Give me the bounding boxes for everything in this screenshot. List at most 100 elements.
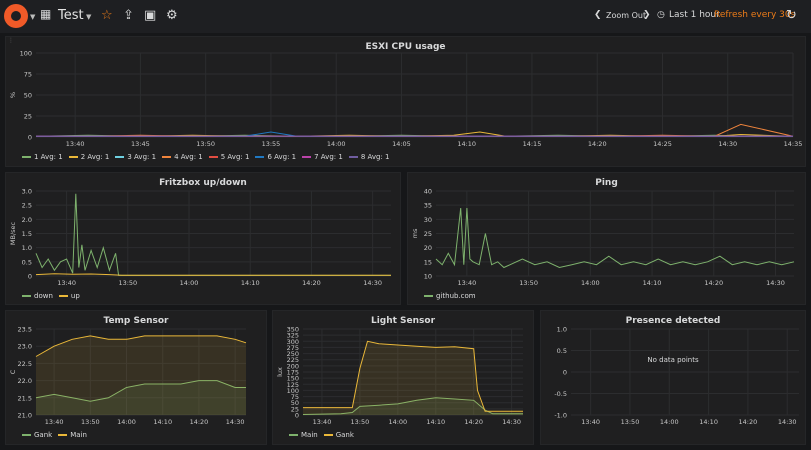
x-tick-label: 13:40	[313, 418, 332, 426]
chart-legend: Main Gank	[289, 431, 360, 439]
presence-chart: -1.0 -0.5 0 0.5 1.0 13:40 13:50 14:00 14:10 14:20…	[554, 326, 799, 426]
x-tick-label: 13:40	[57, 279, 76, 287]
legend-item[interactable]: up	[58, 292, 80, 300]
x-tick-label: 13:50	[196, 140, 215, 148]
legend-swatch	[58, 295, 68, 297]
dashboard-grid-icon[interactable]: ▦	[40, 7, 51, 21]
refresh-interval-label[interactable]: Refresh every 30s	[714, 10, 795, 20]
legend-item[interactable]: 3 Avg: 1	[115, 153, 156, 161]
zoom-back-chevron-icon[interactable]: ❮	[594, 10, 602, 20]
legend-item[interactable]: 8 Avg: 1	[348, 153, 390, 161]
x-tick-label: 13:50	[621, 418, 640, 426]
panel-fritzbox[interactable]: Fritzbox up/down 0 0.5 1.0 1.5 2.0 2.5 3.0 13:4…	[5, 172, 401, 305]
grafana-logo-icon[interactable]	[4, 4, 28, 28]
legend-item[interactable]: Gank	[22, 431, 52, 439]
legend-swatch	[348, 156, 358, 158]
legend-label: Gank	[335, 431, 354, 439]
legend-label: Main	[70, 431, 87, 439]
no-data-message: No data points	[647, 356, 699, 364]
x-tick-label: 13:50	[519, 279, 538, 287]
x-tick-label: 14:10	[153, 418, 172, 426]
y-tick-label: 350	[287, 326, 299, 334]
refresh-icon[interactable]: ↻	[786, 8, 797, 23]
panel-light-sensor[interactable]: Light Sensor 0 25 50 75 100 125 150 175 200 225 25…	[272, 310, 534, 445]
chart-legend: github.com	[424, 292, 482, 300]
legend-item[interactable]: Main	[289, 431, 318, 439]
x-tick-label: 14:05	[392, 140, 411, 148]
x-tick-label: 14:10	[457, 140, 476, 148]
series-line-up	[35, 273, 391, 276]
save-icon[interactable]: ▣	[144, 8, 156, 23]
y-tick-label: 0	[28, 134, 32, 142]
legend-swatch	[115, 156, 125, 158]
panel-esxi-cpu[interactable]: ⋮ ESXI CPU usage 0 25 50 75 100 13:40 13:45 13:…	[5, 36, 806, 167]
x-tick-label: 14:15	[523, 140, 542, 148]
x-tick-label: 13:55	[262, 140, 281, 148]
y-tick-label: 1.0	[22, 244, 32, 252]
x-tick-label: 14:10	[699, 418, 718, 426]
legend-label: 8 Avg: 1	[360, 153, 390, 161]
y-tick-label: 0	[28, 273, 32, 281]
clock-icon: ◷	[657, 10, 665, 20]
y-tick-label: -1.0	[554, 412, 567, 420]
y-tick-label: 25	[24, 113, 32, 121]
x-tick-label: 14:30	[766, 279, 785, 287]
series-line-github.com	[435, 207, 795, 269]
legend-item[interactable]: github.com	[424, 292, 476, 300]
legend-item[interactable]: down	[22, 292, 53, 300]
temp-sensor-chart: 21.0 21.5 22.0 22.5 23.0 23.5 13:40 13:50 14:00 1…	[9, 326, 247, 426]
zoom-forward-chevron-icon[interactable]: ❯	[643, 10, 651, 20]
share-icon[interactable]: ⇪	[123, 8, 134, 23]
legend-item[interactable]: Main	[58, 431, 87, 439]
chart-legend: down up	[22, 292, 86, 300]
x-tick-label: 14:30	[363, 279, 382, 287]
legend-swatch	[289, 434, 298, 436]
panel-presence[interactable]: Presence detected -1.0 -0.5 0 0.5 1.0 13:40 13…	[540, 310, 806, 445]
x-tick-label: 14:00	[388, 418, 407, 426]
y-tick-label: 25	[424, 230, 432, 238]
y-axis-label: %	[9, 92, 17, 98]
legend-item[interactable]: 7 Avg: 1	[302, 153, 343, 161]
series-line-down	[35, 193, 391, 276]
y-tick-label: 30	[424, 216, 432, 224]
x-tick-label: 14:25	[653, 140, 672, 148]
dashboard-caret-icon[interactable]: ▼	[86, 13, 91, 21]
y-tick-label: -0.5	[554, 390, 567, 398]
legend-swatch	[424, 295, 433, 297]
y-tick-label: 2.5	[22, 202, 32, 210]
x-tick-label: 14:30	[502, 418, 521, 426]
y-tick-label: 23.0	[18, 343, 32, 351]
dashboard-title[interactable]: Test	[58, 8, 84, 23]
legend-swatch	[68, 156, 78, 158]
legend-item[interactable]: 4 Avg: 1	[162, 153, 203, 161]
ping-chart: 10 15 20 25 30 35 40 13:40 13:50 14:00 14:10 14:20 1…	[411, 188, 795, 287]
legend-swatch	[255, 156, 265, 158]
panel-ping[interactable]: Ping 10 15 20 25 30 35 40 13:40 13:50 14:00 14:10 1…	[407, 172, 806, 305]
y-tick-label: 75	[24, 71, 32, 79]
time-range-picker[interactable]: Last 1 hour	[669, 10, 720, 20]
legend-item[interactable]: 6 Avg: 1	[255, 153, 296, 161]
panel-temp-sensor[interactable]: Temp Sensor 21.0 21.5 22.0 22.5 23.0 23.5 13:4…	[5, 310, 267, 445]
legend-swatch	[22, 295, 31, 297]
legend-swatch	[162, 156, 172, 158]
legend-item[interactable]: 5 Avg: 1	[208, 153, 249, 161]
y-tick-label: 22.0	[18, 377, 32, 385]
star-icon[interactable]: ☆	[101, 8, 113, 23]
y-tick-label: 3.0	[22, 188, 32, 196]
legend-swatch	[58, 434, 68, 436]
settings-gear-icon[interactable]: ⚙	[166, 8, 178, 23]
legend-item[interactable]: 2 Avg: 1	[68, 153, 109, 161]
logo-caret-icon[interactable]: ▼	[30, 13, 35, 21]
y-tick-label: 0	[563, 369, 567, 377]
y-tick-label: 40	[424, 188, 432, 196]
y-tick-label: 50	[24, 92, 32, 100]
x-tick-label: 14:00	[180, 279, 199, 287]
legend-item[interactable]: Gank	[323, 431, 354, 439]
legend-label: 4 Avg: 1	[174, 153, 203, 161]
y-tick-label: 22.5	[18, 360, 32, 368]
zoom-out-button[interactable]: Zoom Out	[606, 11, 646, 20]
legend-label: 7 Avg: 1	[314, 153, 343, 161]
x-tick-label: 13:45	[131, 140, 150, 148]
y-axis-label: lux	[276, 367, 284, 377]
legend-item[interactable]: 1 Avg: 1	[22, 153, 63, 161]
